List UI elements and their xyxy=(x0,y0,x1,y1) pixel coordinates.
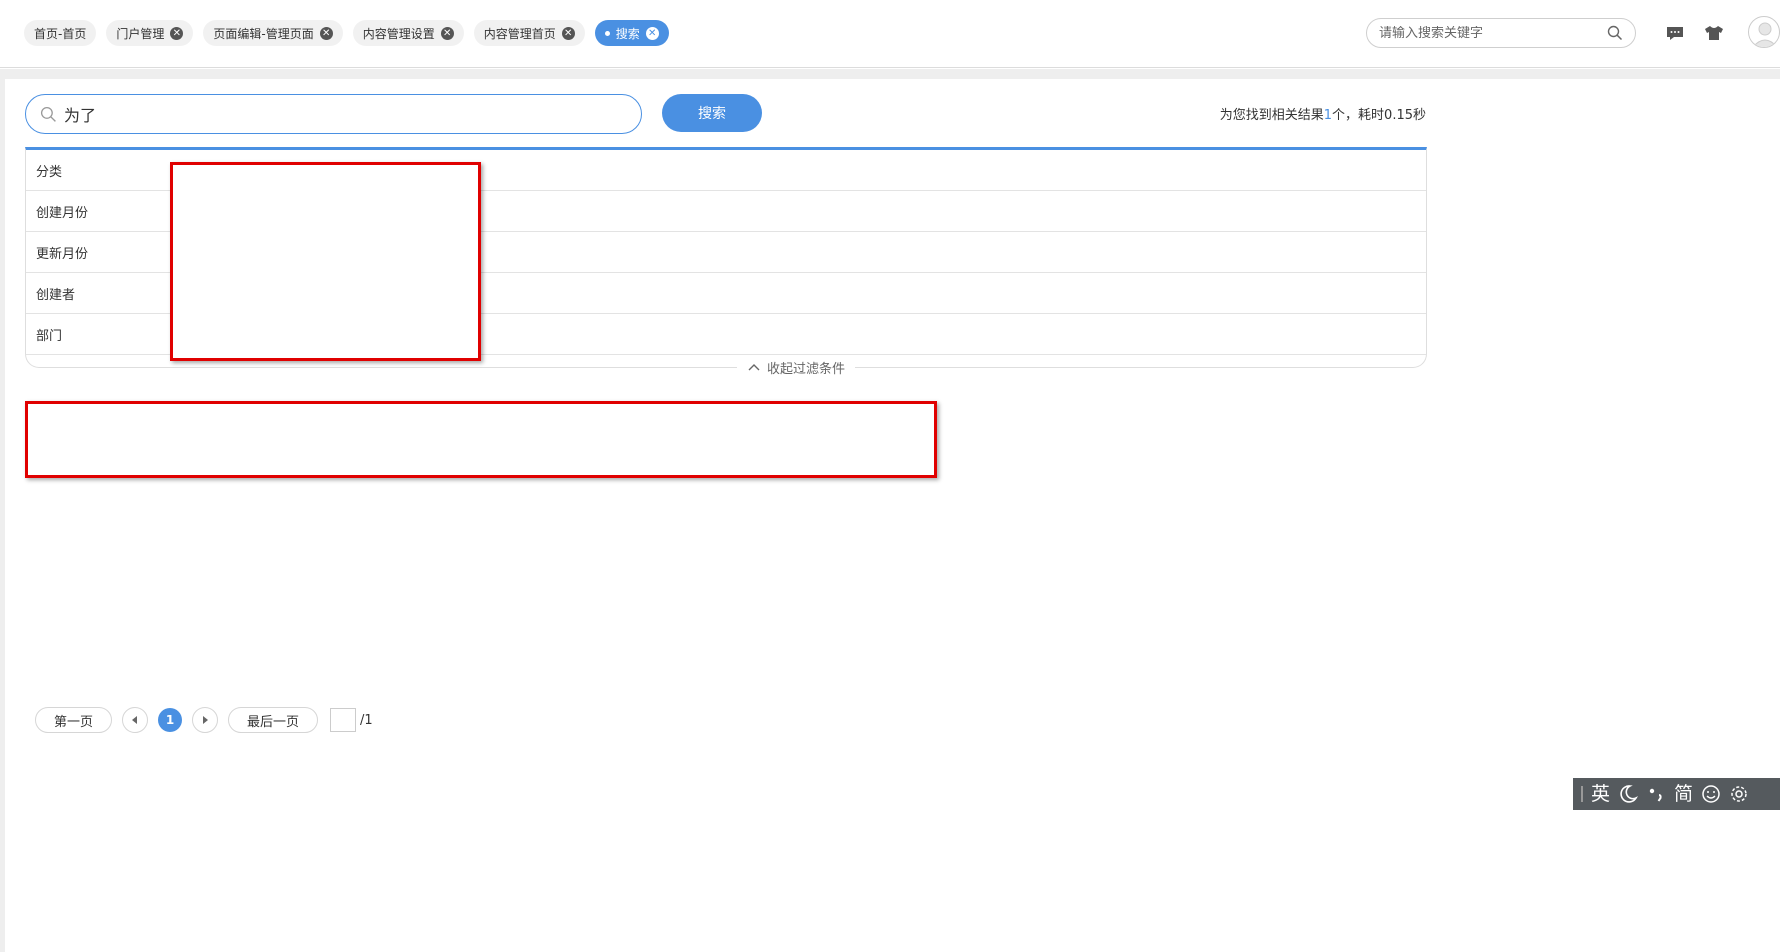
tab-home[interactable]: 首页-首页 xyxy=(24,20,97,46)
filter-label: 创建月份 xyxy=(36,205,89,221)
page-number-current[interactable]: 1 xyxy=(158,708,183,732)
tab-content-home[interactable]: 内容管理首页 ✕ xyxy=(473,20,585,46)
tab-label: 首页-首页 xyxy=(34,26,87,41)
ime-simplified-toggle[interactable]: 简 xyxy=(1674,778,1693,810)
filter-label: 更新月份 xyxy=(36,246,89,262)
gear-icon[interactable] xyxy=(1729,784,1749,804)
page-jump-input[interactable] xyxy=(330,708,357,732)
ime-lang-toggle[interactable]: 英 xyxy=(1591,778,1610,810)
global-search xyxy=(1366,18,1636,48)
search-input[interactable] xyxy=(64,104,624,124)
result-count: 1 xyxy=(1323,108,1333,123)
filter-label: 部门 xyxy=(36,328,63,344)
top-bar: 首页-首页 门户管理 ✕ 页面编辑-管理页面 ✕ 内容管理设置 ✕ 内容管理首页… xyxy=(0,0,1780,68)
active-dot-icon xyxy=(604,30,610,36)
result-suffix: 个，耗时0.15秒 xyxy=(1332,108,1426,123)
tab-content-settings[interactable]: 内容管理设置 ✕ xyxy=(352,20,464,46)
tab-label: 搜索 xyxy=(615,26,640,41)
shirt-icon[interactable] xyxy=(1703,22,1725,44)
collapse-filters-button[interactable]: 收起过滤条件 xyxy=(736,359,855,377)
punctuation-icon[interactable] xyxy=(1646,784,1666,804)
redacted-region xyxy=(25,401,937,478)
chevron-up-icon xyxy=(748,364,760,371)
tab-portal-management[interactable]: 门户管理 ✕ xyxy=(106,20,194,46)
moon-icon[interactable] xyxy=(1618,784,1639,804)
avatar[interactable] xyxy=(1748,16,1780,48)
collapse-label: 收起过滤条件 xyxy=(766,361,845,377)
global-search-input[interactable] xyxy=(1379,25,1599,41)
close-icon[interactable]: ✕ xyxy=(319,26,333,40)
tab-page-edit[interactable]: 页面编辑-管理页面 ✕ xyxy=(203,20,343,46)
main-search-box xyxy=(25,94,642,134)
result-prefix: 为您找到相关结果 xyxy=(1219,108,1324,123)
pagination: 第一页 1 最后一页 /1 xyxy=(35,707,373,733)
chat-icon[interactable] xyxy=(1664,22,1686,44)
page-total: /1 xyxy=(360,712,373,728)
smiley-icon[interactable] xyxy=(1701,784,1721,804)
close-icon[interactable]: ✕ xyxy=(561,26,575,40)
search-button[interactable]: 搜索 xyxy=(662,94,762,132)
tab-label: 内容管理设置 xyxy=(362,26,435,41)
result-summary: 为您找到相关结果1个，耗时0.15秒 xyxy=(1220,104,1426,123)
avatar-icon xyxy=(1752,22,1778,47)
first-page-button[interactable]: 第一页 xyxy=(35,707,113,733)
tab-label: 页面编辑-管理页面 xyxy=(213,26,314,41)
search-icon xyxy=(40,106,56,122)
prev-page-button[interactable] xyxy=(122,707,149,733)
filter-label: 创建者 xyxy=(36,287,76,303)
search-icon[interactable] xyxy=(1607,25,1623,41)
tab-label: 门户管理 xyxy=(116,26,165,41)
ime-toolbar: 英 简 xyxy=(1573,778,1780,810)
tab-label: 内容管理首页 xyxy=(483,26,556,41)
caret-right-icon xyxy=(203,716,209,724)
filter-label: 分类 xyxy=(36,164,63,180)
last-page-button[interactable]: 最后一页 xyxy=(228,707,319,733)
tab-search[interactable]: 搜索 ✕ xyxy=(594,20,669,46)
next-page-button[interactable] xyxy=(192,707,219,733)
caret-left-icon xyxy=(132,716,138,724)
page-divider xyxy=(0,69,1780,78)
close-icon[interactable]: ✕ xyxy=(170,26,184,40)
tab-bar: 首页-首页 门户管理 ✕ 页面编辑-管理页面 ✕ 内容管理设置 ✕ 内容管理首页… xyxy=(24,20,669,46)
redacted-region xyxy=(170,162,481,361)
close-icon[interactable]: ✕ xyxy=(645,26,659,40)
drag-handle[interactable] xyxy=(1581,786,1583,802)
close-icon[interactable]: ✕ xyxy=(440,26,454,40)
